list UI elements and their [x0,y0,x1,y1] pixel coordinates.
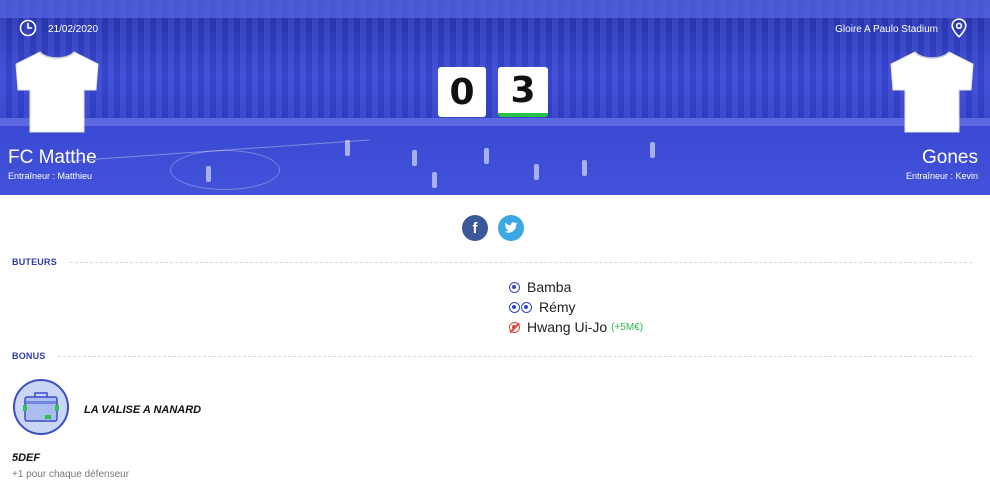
facebook-icon: f [472,219,478,237]
briefcase-icon [23,392,59,422]
twitter-share-button[interactable] [498,215,524,241]
facebook-share-button[interactable]: f [462,215,488,241]
own-goal-icon [509,321,520,333]
section-divider [70,262,972,263]
player-figure [412,150,417,166]
home-score: 0 [438,67,486,117]
player-figure [345,140,350,156]
stadium-name: Gloire A Paulo Stadium [835,24,938,35]
player-figure [582,160,587,176]
away-team-name[interactable]: Gones [922,147,978,169]
bonus-badge [13,379,69,435]
player-figure [432,172,437,188]
home-jersey-icon [15,51,99,133]
stadium-roof [0,0,990,18]
away-coach: Entraîneur : Kevin [905,171,978,181]
soccer-ball-icon [521,301,532,313]
pitch-background [0,118,990,195]
home-team-name[interactable]: FC Matthe [8,147,97,169]
scorer-bonus-amount: (+5M€) [611,321,644,333]
scorer-name[interactable]: Rémy [539,299,576,315]
bonus-rule-title: 5DEF [12,452,41,464]
scorer-row: Bamba [509,278,571,296]
player-figure [206,166,211,182]
match-header: 21/02/2020 Gloire A Paulo Stadium FC Mat… [0,0,990,195]
clock-icon [19,19,37,37]
away-score: 3 [498,67,548,117]
match-date: 21/02/2020 [48,24,99,35]
player-figure [534,164,539,180]
soccer-ball-icon [509,301,520,313]
player-figure [650,142,655,158]
location-pin-icon [951,18,967,38]
bonus-rule-description: +1 pour chaque défenseur [12,469,130,480]
scorer-name[interactable]: Bamba [527,279,571,295]
soccer-ball-icon [509,281,520,293]
away-jersey-icon [890,51,974,133]
player-figure [484,148,489,164]
scorer-row: Hwang Ui-Jo (+5M€) [509,318,643,336]
scorer-row: Rémy [509,298,576,316]
scorers-section-title: BUTEURS [12,257,57,267]
scorer-name[interactable]: Hwang Ui-Jo [527,319,607,335]
stadium-background [0,0,990,125]
home-coach: Entraîneur : Matthieu [8,171,93,181]
advertising-board [0,118,990,126]
twitter-icon [504,222,518,233]
pitch-center-circle [170,150,280,190]
bonus-section-title: BONUS [12,351,46,361]
bonus-name: LA VALISE A NANARD [84,404,202,416]
section-divider [58,356,972,357]
